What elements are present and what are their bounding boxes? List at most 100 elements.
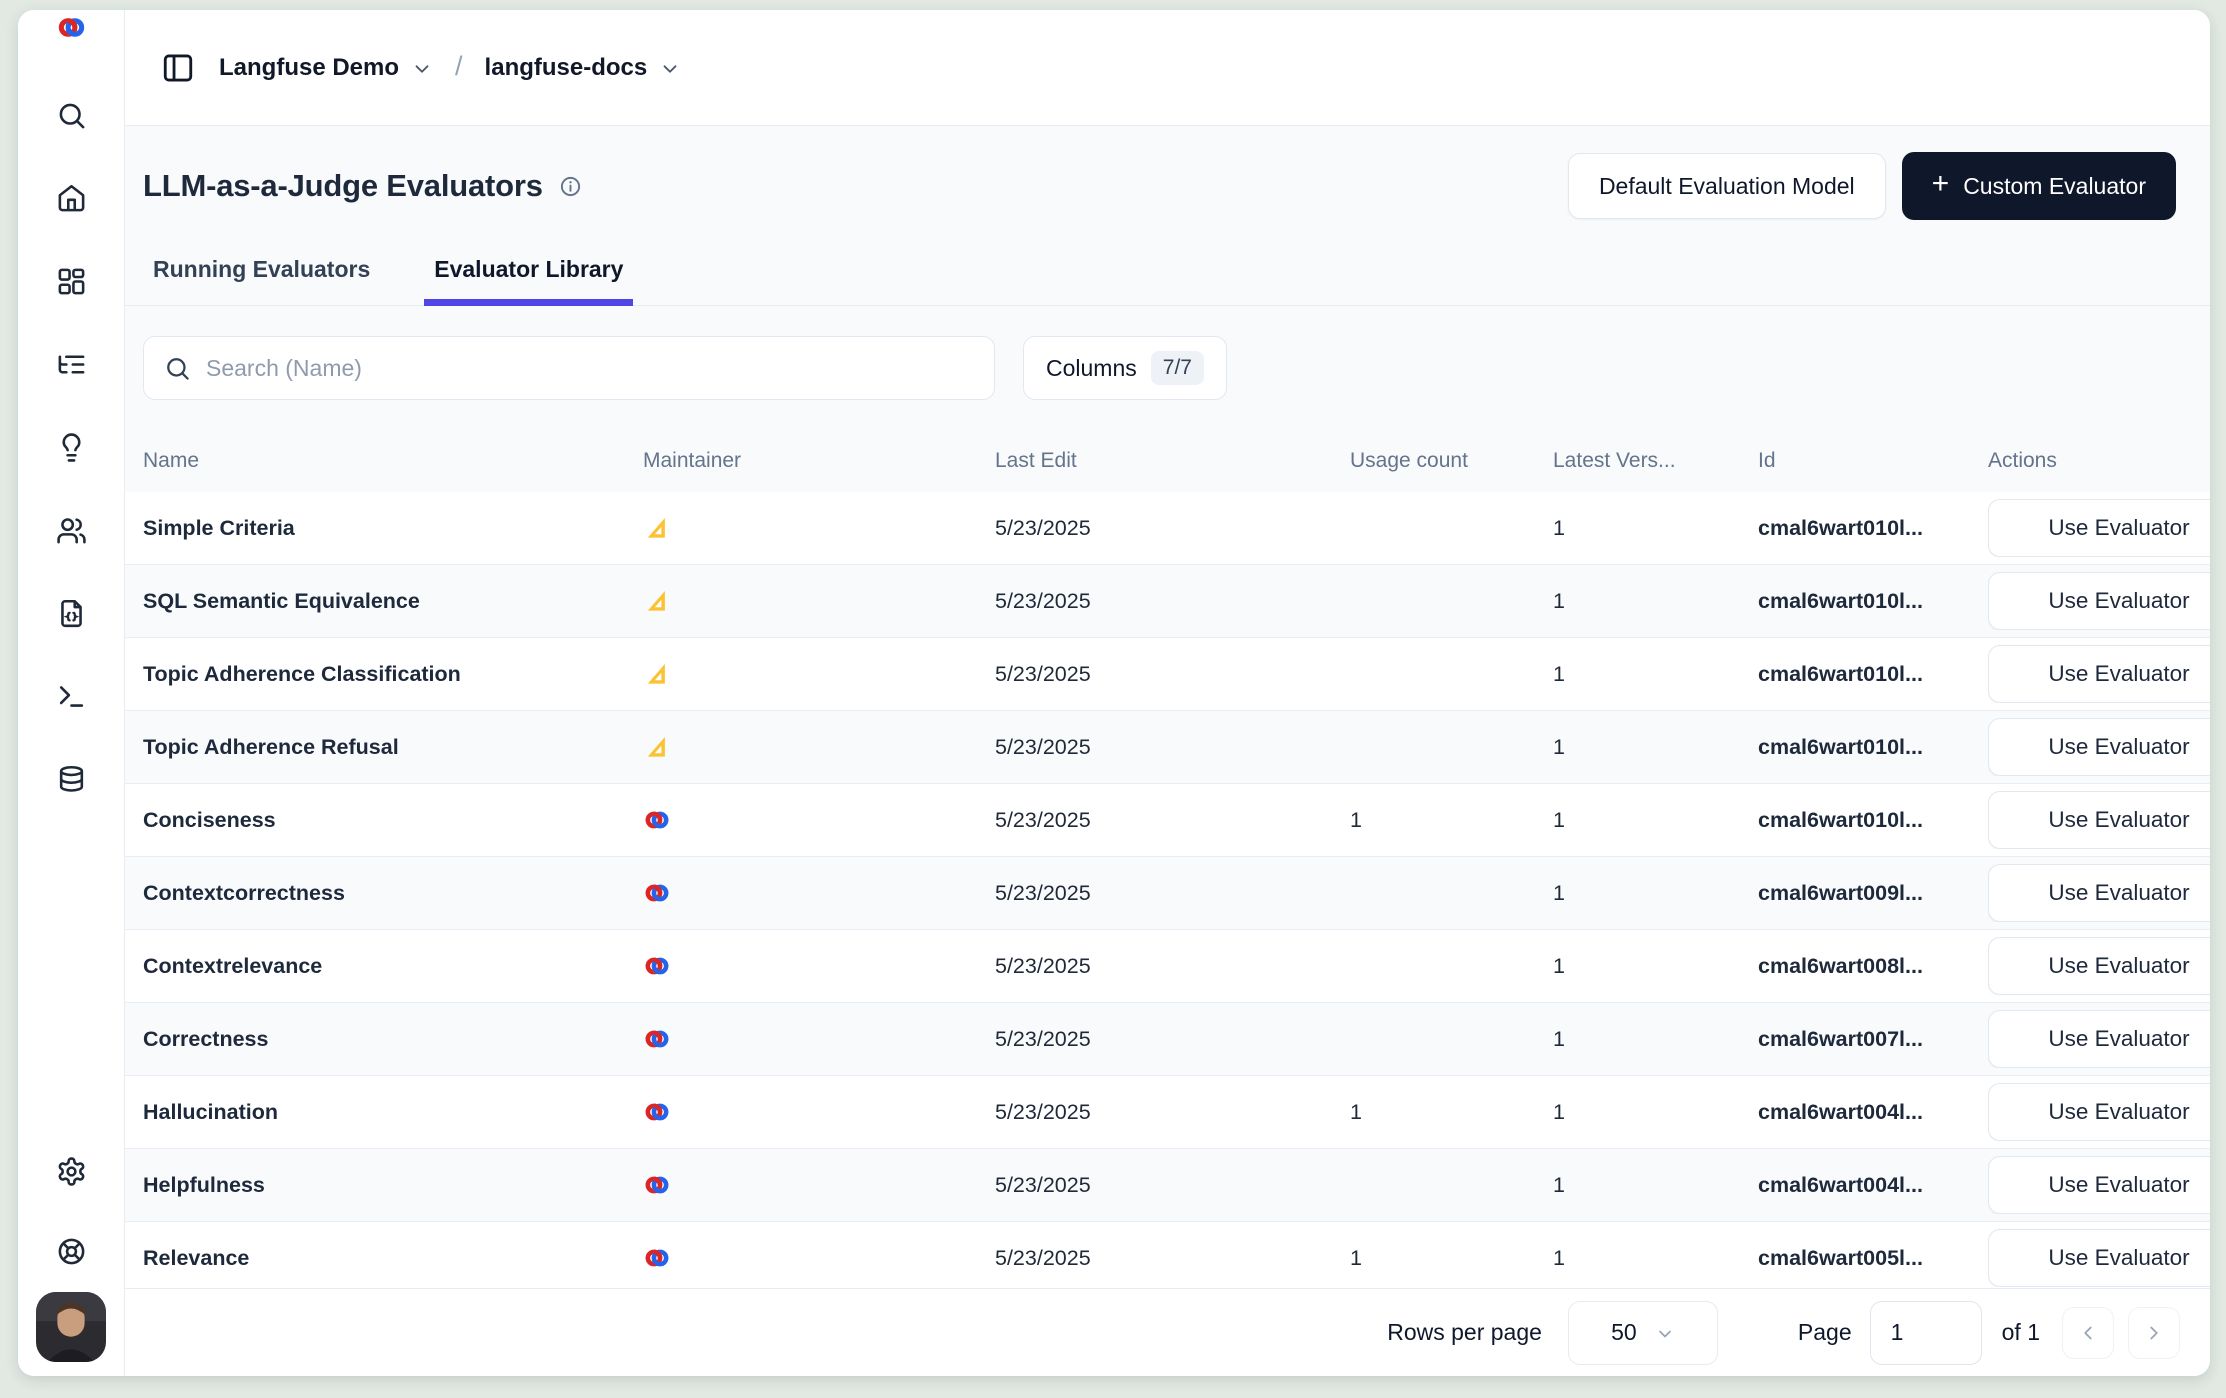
last-edit-date: 5/23/2025 — [995, 1246, 1350, 1271]
table-row[interactable]: Contextcorrectness5/23/20251cmal6wart009… — [125, 857, 2210, 930]
actions-cell: Use Evaluator — [1988, 1229, 2210, 1287]
sidebar-item-gear[interactable] — [54, 1154, 88, 1188]
table-row[interactable]: Simple Criteria5/23/20251cmal6wart010l..… — [125, 492, 2210, 565]
latest-version: 1 — [1553, 1100, 1758, 1125]
use-evaluator-button[interactable]: Use Evaluator — [1988, 864, 2210, 922]
use-evaluator-button[interactable]: Use Evaluator — [1988, 1010, 2210, 1068]
lifebuoy-icon — [56, 1236, 87, 1267]
tab-bar: Running Evaluators Evaluator Library — [125, 238, 2210, 306]
search-input[interactable] — [206, 355, 974, 382]
pagination-bar: Rows per page 50 Page of 1 — [125, 1288, 2210, 1376]
use-evaluator-button[interactable]: Use Evaluator — [1988, 1083, 2210, 1141]
chevron-right-icon — [2143, 1322, 2165, 1344]
tab-evaluator-library[interactable]: Evaluator Library — [424, 238, 633, 305]
column-header-actions: Actions — [1988, 449, 2210, 473]
table-row[interactable]: Correctness5/23/20251cmal6wart007l...Use… — [125, 1003, 2210, 1076]
project-name: langfuse-docs — [485, 54, 648, 82]
desktop-background: Langfuse Demo / langfuse-docs LLM-as-a-J… — [0, 0, 2226, 1398]
evaluator-name: Helpfulness — [143, 1173, 643, 1198]
table-row[interactable]: Contextrelevance5/23/20251cmal6wart008l.… — [125, 930, 2210, 1003]
sidebar-item-search[interactable] — [54, 98, 88, 132]
info-icon[interactable] — [559, 175, 582, 198]
table-row[interactable]: Topic Adherence Classification5/23/20251… — [125, 638, 2210, 711]
previous-page-button[interactable] — [2062, 1307, 2114, 1359]
tab-running-evaluators[interactable]: Running Evaluators — [143, 238, 380, 305]
maintainer-cell — [643, 879, 995, 907]
table-row[interactable]: SQL Semantic Equivalence5/23/20251cmal6w… — [125, 565, 2210, 638]
evaluator-id: cmal6wart004l... — [1758, 1100, 1988, 1125]
sidebar-item-list-tree[interactable] — [54, 347, 88, 381]
page-content: LLM-as-a-Judge Evaluators Default Evalua… — [125, 126, 2210, 1376]
sidebar-item-database[interactable] — [54, 762, 88, 796]
use-evaluator-button[interactable]: Use Evaluator — [1988, 645, 2210, 703]
maintainer-cell — [643, 952, 995, 980]
last-edit-date: 5/23/2025 — [995, 589, 1350, 614]
latest-version: 1 — [1553, 516, 1758, 541]
latest-version: 1 — [1553, 1027, 1758, 1052]
latest-version: 1 — [1553, 1173, 1758, 1198]
use-evaluator-button[interactable]: Use Evaluator — [1988, 1229, 2210, 1287]
evaluator-name: Correctness — [143, 1027, 643, 1052]
sidebar-item-lifebuoy[interactable] — [54, 1234, 88, 1268]
table-row[interactable]: Relevance5/23/202511cmal6wart005l...Use … — [125, 1222, 2210, 1288]
gear-icon — [56, 1156, 87, 1187]
langfuse-knot-icon — [643, 879, 671, 907]
maintainer-cell — [643, 733, 995, 761]
page-label: Page — [1798, 1319, 1852, 1346]
actions-cell: Use Evaluator — [1988, 645, 2210, 703]
actions-cell: Use Evaluator — [1988, 1010, 2210, 1068]
sidebar-item-dashboard-grid[interactable] — [54, 264, 88, 298]
langfuse-knot-icon — [643, 1171, 671, 1199]
default-evaluation-model-button[interactable]: Default Evaluation Model — [1568, 153, 1886, 219]
table-toolbar: Columns 7/7 — [125, 306, 2210, 430]
last-edit-date: 5/23/2025 — [995, 954, 1350, 979]
use-evaluator-button[interactable]: Use Evaluator — [1988, 718, 2210, 776]
latest-version: 1 — [1553, 1246, 1758, 1271]
use-evaluator-button[interactable]: Use Evaluator — [1988, 572, 2210, 630]
search-icon — [164, 355, 191, 382]
evaluator-name: Contextcorrectness — [143, 881, 643, 906]
langfuse-logo[interactable] — [54, 10, 88, 44]
sidebar-item-users[interactable] — [54, 513, 88, 547]
last-edit-date: 5/23/2025 — [995, 1100, 1350, 1125]
use-evaluator-button[interactable]: Use Evaluator — [1988, 937, 2210, 995]
ruler-triangle-icon — [643, 660, 671, 688]
dashboard-grid-icon — [56, 266, 87, 297]
table-row[interactable]: Conciseness5/23/202511cmal6wart010l...Us… — [125, 784, 2210, 857]
rows-per-page-select[interactable]: 50 — [1568, 1301, 1718, 1365]
table-row[interactable]: Hallucination5/23/202511cmal6wart004l...… — [125, 1076, 2210, 1149]
evaluator-id: cmal6wart010l... — [1758, 735, 1988, 760]
sidebar-item-lightbulb[interactable] — [54, 430, 88, 464]
columns-button[interactable]: Columns 7/7 — [1023, 336, 1227, 400]
sidebar-item-home[interactable] — [54, 181, 88, 215]
page-number-input[interactable] — [1870, 1301, 1982, 1365]
custom-evaluator-button[interactable]: + Custom Evaluator — [1902, 152, 2176, 220]
usage-count: 1 — [1350, 1100, 1553, 1125]
use-evaluator-button[interactable]: Use Evaluator — [1988, 1156, 2210, 1214]
breadcrumb-separator: / — [455, 51, 463, 82]
column-header-usage-count: Usage count — [1350, 449, 1553, 473]
langfuse-knot-icon — [643, 952, 671, 980]
next-page-button[interactable] — [2128, 1307, 2180, 1359]
use-evaluator-button[interactable]: Use Evaluator — [1988, 499, 2210, 557]
use-evaluator-button[interactable]: Use Evaluator — [1988, 791, 2210, 849]
org-switcher[interactable]: Langfuse Demo — [219, 54, 433, 82]
app-window: Langfuse Demo / langfuse-docs LLM-as-a-J… — [18, 10, 2210, 1376]
maintainer-cell — [643, 806, 995, 834]
evaluator-id: cmal6wart005l... — [1758, 1246, 1988, 1271]
rows-per-page-label: Rows per page — [1387, 1319, 1542, 1346]
user-avatar[interactable] — [36, 1292, 106, 1362]
sidebar-toggle-button[interactable] — [159, 49, 197, 87]
actions-cell: Use Evaluator — [1988, 1083, 2210, 1141]
maintainer-cell — [643, 1098, 995, 1126]
column-header-maintainer: Maintainer — [643, 449, 995, 473]
evaluator-id: cmal6wart010l... — [1758, 662, 1988, 687]
table-row[interactable]: Helpfulness5/23/20251cmal6wart004l...Use… — [125, 1149, 2210, 1222]
project-switcher[interactable]: langfuse-docs — [485, 54, 682, 82]
langfuse-knot-icon — [56, 12, 87, 43]
sidebar-item-file-code[interactable] — [54, 596, 88, 630]
chevron-left-icon — [2077, 1322, 2099, 1344]
sidebar-item-terminal[interactable] — [54, 679, 88, 713]
last-edit-date: 5/23/2025 — [995, 808, 1350, 833]
table-row[interactable]: Topic Adherence Refusal5/23/20251cmal6wa… — [125, 711, 2210, 784]
